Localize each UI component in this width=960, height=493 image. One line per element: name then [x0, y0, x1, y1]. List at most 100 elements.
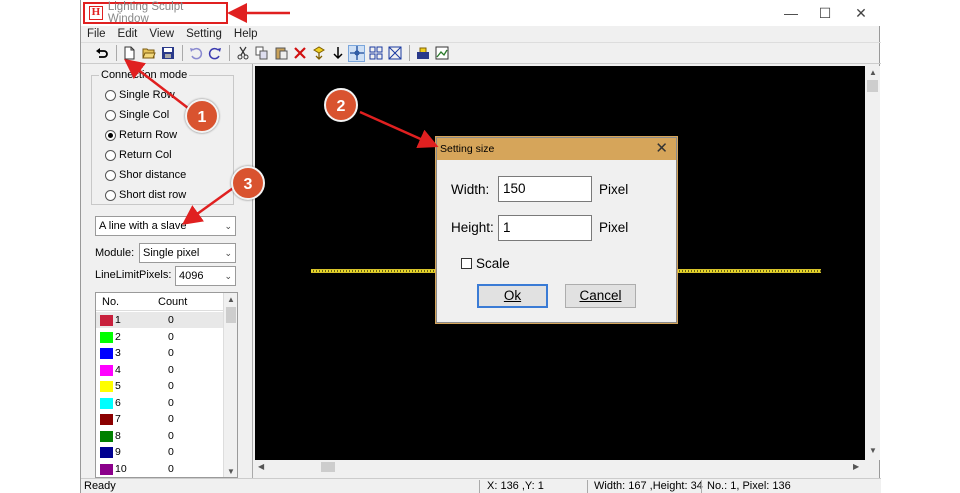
- cancel-button[interactable]: Cancel: [565, 284, 636, 308]
- export-icon[interactable]: [414, 45, 431, 62]
- scroll-left-icon[interactable]: ◀: [258, 462, 264, 471]
- list-item[interactable]: 90: [96, 444, 224, 460]
- maximize-button[interactable]: ☐: [807, 4, 843, 22]
- row-count: 0: [168, 462, 174, 475]
- row-no: 1: [115, 314, 121, 326]
- list-item[interactable]: 80: [96, 428, 224, 444]
- line-mode-select[interactable]: A line with a slave ⌄: [95, 216, 236, 236]
- status-separator: [701, 480, 702, 493]
- status-pixel-info: No.: 1, Pixel: 136: [707, 480, 791, 492]
- scale-checkbox-row[interactable]: Scale: [461, 256, 510, 271]
- undo-icon[interactable]: [187, 45, 204, 62]
- title-highlight-box: H Lighting Sculpt Window: [83, 1, 228, 25]
- close-button[interactable]: ✕: [843, 4, 879, 22]
- height-input[interactable]: 1: [498, 215, 592, 241]
- image-icon[interactable]: [433, 45, 450, 62]
- color-swatch: [100, 414, 113, 425]
- delete-icon[interactable]: [291, 45, 308, 62]
- color-swatch: [100, 447, 113, 458]
- open-folder-icon[interactable]: [140, 45, 157, 62]
- module-value: Single pixel: [143, 247, 200, 259]
- dialog-close-icon[interactable]: ✕: [655, 138, 668, 160]
- menu-view[interactable]: View: [149, 26, 174, 42]
- connection-mode-legend: Connection mode: [99, 69, 190, 81]
- scroll-up-icon[interactable]: ▲: [869, 68, 877, 77]
- list-item[interactable]: 70: [96, 411, 224, 427]
- scale-checkbox[interactable]: [461, 258, 472, 269]
- dialog-title: Setting size: [440, 143, 495, 155]
- cut-icon[interactable]: [234, 45, 251, 62]
- radio-label: Shor distance: [119, 169, 187, 181]
- line-limit-select[interactable]: 4096 ⌄: [175, 266, 236, 286]
- select-box-icon[interactable]: [386, 45, 403, 62]
- list-item[interactable]: 50: [96, 378, 224, 394]
- copy-icon[interactable]: [253, 45, 270, 62]
- scroll-up-icon[interactable]: ▲: [224, 293, 237, 307]
- vertical-scroll-thumb[interactable]: [867, 80, 878, 92]
- radio-button[interactable]: [105, 109, 116, 121]
- row-count: 0: [168, 413, 174, 425]
- down-arrow-icon[interactable]: [329, 45, 346, 62]
- new-file-icon[interactable]: [121, 45, 138, 62]
- menu-help[interactable]: Help: [234, 26, 258, 42]
- scroll-down-icon[interactable]: ▼: [869, 446, 877, 455]
- menu-file[interactable]: File: [87, 26, 106, 42]
- row-count: 0: [168, 363, 174, 376]
- dialog-title-bar: Setting size ✕: [437, 138, 676, 160]
- scroll-right-icon[interactable]: ▶: [853, 462, 859, 471]
- color-swatch: [100, 348, 113, 359]
- undo-arrow-icon[interactable]: [93, 45, 110, 62]
- row-no: 4: [115, 363, 121, 376]
- width-unit: Pixel: [599, 182, 629, 197]
- status-ready: Ready: [84, 480, 116, 492]
- radio-short-dist-row[interactable]: Short dist row: [105, 189, 186, 201]
- module-select[interactable]: Single pixel ⌄: [139, 243, 236, 263]
- row-no: 7: [115, 413, 121, 425]
- menu-setting[interactable]: Setting: [186, 26, 222, 42]
- radio-button[interactable]: [105, 169, 116, 181]
- menu-edit[interactable]: Edit: [118, 26, 138, 42]
- scroll-down-icon[interactable]: ▼: [224, 465, 237, 477]
- minimize-button[interactable]: —: [773, 4, 809, 22]
- row-count: 0: [168, 347, 174, 359]
- list-item[interactable]: 10 0: [96, 461, 224, 477]
- radio-shor-distance[interactable]: Shor distance: [105, 169, 186, 181]
- header-count: Count: [158, 296, 188, 308]
- radio-single-row[interactable]: Single Row: [105, 89, 175, 101]
- list-item[interactable]: 30: [96, 345, 224, 361]
- radio-button[interactable]: [105, 189, 116, 201]
- color-swatch: [100, 381, 113, 392]
- radio-button[interactable]: [105, 89, 116, 101]
- height-label: Height:: [451, 220, 494, 235]
- move-icon[interactable]: [310, 45, 327, 62]
- menu-bar: File Edit View Setting Help: [81, 26, 881, 42]
- crosshair-icon[interactable]: [348, 44, 365, 62]
- canvas-horizontal-scrollbar[interactable]: ◀ ▶: [255, 460, 865, 474]
- line-limit-label: LineLimitPixels:: [95, 269, 172, 281]
- scale-label: Scale: [476, 256, 510, 271]
- status-separator: [587, 480, 588, 493]
- redo-icon[interactable]: [206, 45, 223, 62]
- save-icon[interactable]: [159, 45, 176, 62]
- list-scroll-thumb[interactable]: [226, 307, 236, 323]
- port-list[interactable]: No. Count 1 0 2 0 3 0 4 0 5 0 6 0 7 0 8 0 9 0 10 0 ▲ ▼: [95, 292, 238, 478]
- radio-return-col[interactable]: Return Col: [105, 149, 172, 161]
- list-scrollbar[interactable]: ▲ ▼: [223, 293, 237, 477]
- list-item[interactable]: 20: [96, 329, 224, 345]
- grid-icon[interactable]: [367, 45, 384, 62]
- radio-return-row[interactable]: Return Row: [105, 129, 177, 141]
- list-item[interactable]: 60: [96, 395, 224, 411]
- toolbar-separator: [116, 45, 117, 61]
- setting-size-dialog: Setting size ✕ Width: 150 Pixel Height: …: [436, 137, 677, 323]
- width-input[interactable]: 150: [498, 176, 592, 202]
- radio-button[interactable]: [105, 149, 116, 161]
- list-item[interactable]: 10: [96, 312, 224, 328]
- radio-single-col[interactable]: Single Col: [105, 109, 169, 121]
- radio-button-checked[interactable]: [105, 129, 116, 141]
- ok-button[interactable]: Ok: [477, 284, 548, 308]
- horizontal-scroll-thumb[interactable]: [321, 462, 335, 472]
- toolbar-separator: [182, 45, 183, 61]
- list-item[interactable]: 40: [96, 362, 224, 378]
- paste-icon[interactable]: [272, 45, 289, 62]
- canvas-vertical-scrollbar[interactable]: ▲ ▼: [865, 66, 880, 460]
